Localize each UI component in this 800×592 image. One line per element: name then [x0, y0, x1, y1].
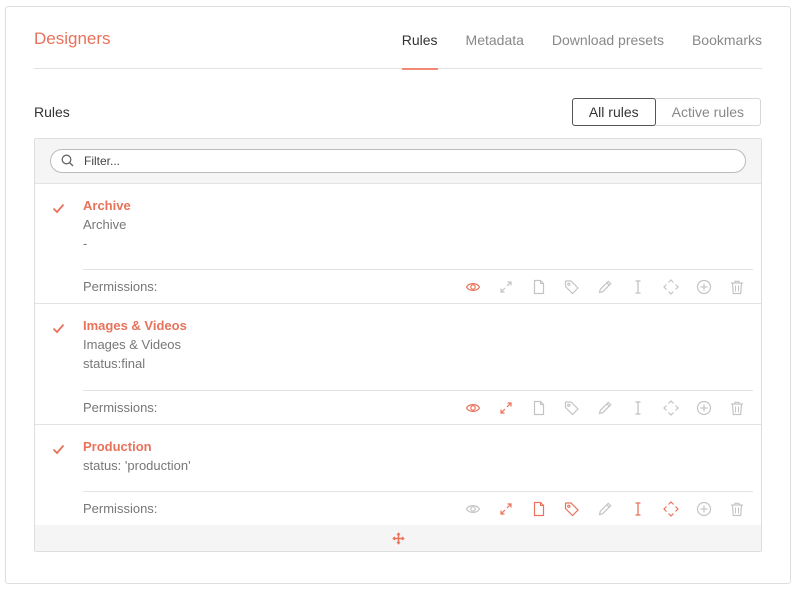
plus-circle-icon[interactable]: [687, 277, 720, 297]
filter-bar: [35, 139, 761, 184]
rule-condition: Archive: [83, 217, 127, 232]
file-icon[interactable]: [522, 499, 555, 519]
rule-body: Archive Archive -: [35, 184, 761, 253]
permissions-label: Permissions:: [83, 279, 158, 294]
text-cursor-icon[interactable]: [621, 398, 654, 418]
rule-name[interactable]: Production: [83, 437, 761, 456]
page-title: Designers: [34, 29, 111, 48]
move-icon[interactable]: [654, 277, 687, 297]
rules-list: Archive Archive - Permissions: Images & Vide…: [34, 138, 762, 552]
rule-row[interactable]: Archive Archive - Permissions:: [35, 184, 761, 304]
text-cursor-icon[interactable]: [621, 499, 654, 519]
plus-circle-icon[interactable]: [687, 499, 720, 519]
rule-condition: status: 'production': [83, 458, 191, 473]
expand-icon[interactable]: [489, 499, 522, 519]
move-add-icon: [391, 531, 405, 545]
rule-body: Production status: 'production': [35, 425, 761, 475]
trash-icon[interactable]: [720, 398, 753, 418]
tab-metadata[interactable]: Metadata: [466, 32, 524, 69]
filter-field: [50, 149, 746, 173]
text-cursor-icon[interactable]: [621, 277, 654, 297]
permissions-label: Permissions:: [83, 400, 158, 415]
tab-download-presets[interactable]: Download presets: [552, 32, 664, 69]
rules-filter-toggle: All rules Active rules: [571, 98, 761, 126]
permissions-row: Permissions:: [83, 390, 753, 424]
rule-condition: Images & Videos: [83, 337, 182, 352]
file-icon[interactable]: [522, 277, 555, 297]
eye-icon[interactable]: [456, 499, 489, 519]
add-rule-button[interactable]: [35, 525, 761, 551]
section-title: Rules: [34, 104, 70, 120]
all-rules-button[interactable]: All rules: [571, 98, 656, 126]
rule-name[interactable]: Archive: [83, 196, 761, 215]
nav-tabs: Rules Metadata Download presets Bookmark…: [374, 32, 762, 70]
eye-icon[interactable]: [456, 277, 489, 297]
rule-row[interactable]: Production status: 'production' Permission…: [35, 425, 761, 526]
rule-condition: status:final: [83, 356, 146, 371]
filter-input[interactable]: [84, 152, 704, 170]
pencil-icon[interactable]: [588, 277, 621, 297]
file-icon[interactable]: [522, 398, 555, 418]
active-rules-button[interactable]: Active rules: [656, 99, 760, 125]
expand-icon[interactable]: [489, 398, 522, 418]
permissions-row: Permissions:: [83, 269, 753, 303]
permission-icons: [456, 499, 753, 519]
rules-container: Archive Archive - Permissions: Images & Vide…: [35, 184, 761, 526]
tab-rules[interactable]: Rules: [401, 32, 438, 70]
pencil-icon[interactable]: [588, 499, 621, 519]
trash-icon[interactable]: [720, 499, 753, 519]
search-icon: [61, 154, 74, 167]
designers-panel: Designers Rules Metadata Download preset…: [5, 6, 791, 584]
rule-name[interactable]: Images & Videos: [83, 316, 761, 335]
permission-icons: [456, 277, 753, 297]
rule-condition: -: [83, 236, 88, 251]
panel-header: Designers Rules Metadata Download preset…: [34, 7, 762, 70]
permissions-label: Permissions:: [83, 501, 158, 516]
expand-icon[interactable]: [489, 277, 522, 297]
trash-icon[interactable]: [720, 277, 753, 297]
pencil-icon[interactable]: [588, 398, 621, 418]
move-icon[interactable]: [654, 398, 687, 418]
move-icon[interactable]: [654, 499, 687, 519]
tab-bookmarks[interactable]: Bookmarks: [692, 32, 762, 69]
permission-icons: [456, 398, 753, 418]
rule-row[interactable]: Images & Videos Images & Videos status:fin…: [35, 304, 761, 425]
rule-body: Images & Videos Images & Videos status:fin…: [35, 304, 761, 373]
eye-icon[interactable]: [456, 398, 489, 418]
plus-circle-icon[interactable]: [687, 398, 720, 418]
tag-icon[interactable]: [555, 398, 588, 418]
tag-icon[interactable]: [555, 277, 588, 297]
permissions-row: Permissions:: [83, 491, 753, 525]
tag-icon[interactable]: [555, 499, 588, 519]
